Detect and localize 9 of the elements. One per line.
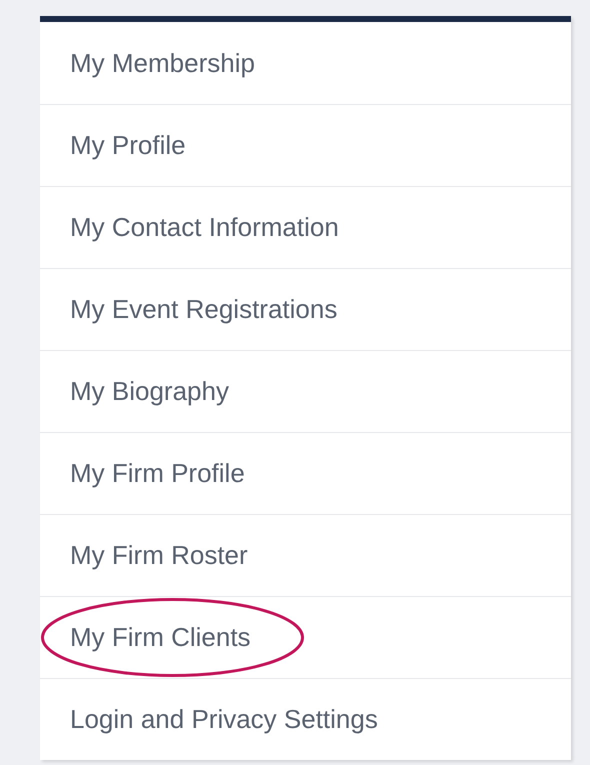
menu-item[interactable]: My Contact Information (70, 208, 339, 247)
menu-item[interactable]: My Membership (70, 44, 255, 82)
menu-item[interactable]: Login and Privacy Settings (70, 700, 378, 739)
menu-item[interactable]: My Firm Profile (70, 454, 245, 493)
menu-item[interactable]: My Biography (70, 372, 229, 411)
menu-item[interactable]: My Firm Roster (70, 536, 248, 575)
menu-item[interactable]: My Firm Clients (70, 618, 251, 657)
menu-item[interactable]: My Event Registrations (70, 290, 338, 329)
menu-item[interactable]: My Profile (70, 126, 186, 165)
